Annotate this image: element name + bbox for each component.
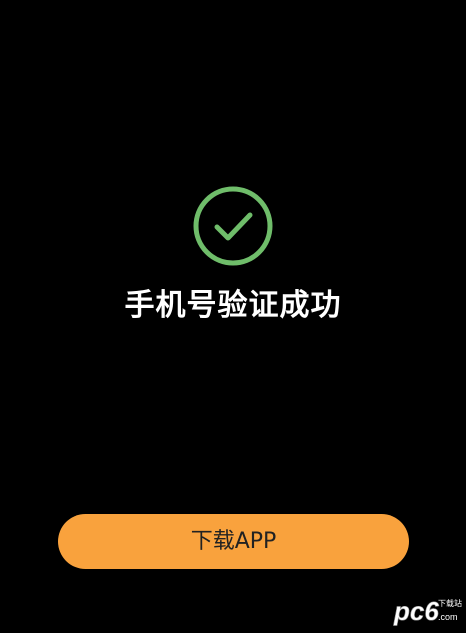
svg-text:pc6: pc6	[393, 596, 439, 626]
check-circle-icon	[192, 185, 274, 267]
download-app-button[interactable]: 下载APP	[58, 514, 409, 569]
svg-text:下载站: 下载站	[438, 598, 462, 608]
success-message: 手机号验证成功	[124, 288, 342, 323]
site-watermark-logo: pc6 下载站 .com	[392, 592, 462, 628]
svg-text:.com: .com	[438, 612, 458, 622]
verification-screen: 手机号验证成功 下载APP pc6 下载站 .com	[0, 0, 466, 633]
